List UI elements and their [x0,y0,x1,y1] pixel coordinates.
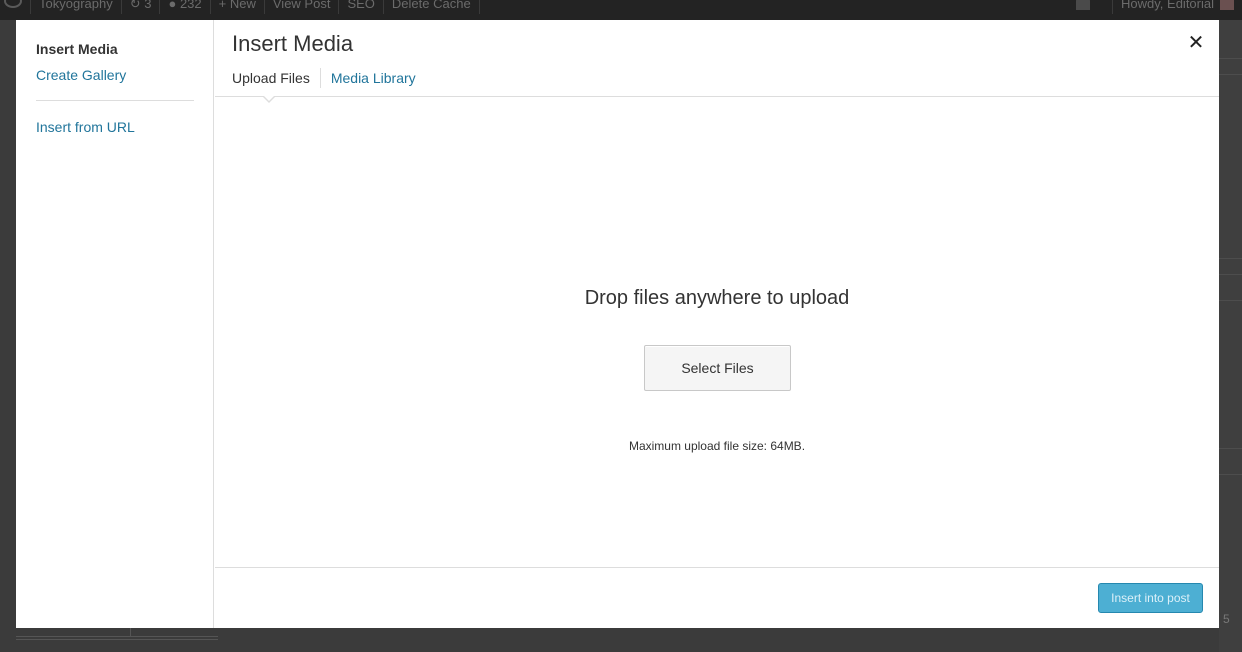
select-files-button[interactable]: Select Files [644,345,791,391]
admin-bar-seo[interactable]: SEO [339,0,382,11]
wordpress-logo-icon[interactable] [0,0,30,11]
admin-bar-site-name[interactable]: Tokyography [31,0,121,11]
media-modal: Insert Media Create Gallery Insert from … [16,20,1219,628]
background-scrollbar [16,636,218,640]
media-frame: Insert Media ✕ Upload Files Media Librar… [215,20,1219,628]
background-divider [1219,58,1242,59]
howdy-label: Howdy, Editorial [1121,0,1214,11]
upload-drop-zone[interactable]: Drop files anywhere to upload Select Fil… [215,97,1219,567]
background-divider [130,628,131,636]
insert-into-post-button[interactable]: Insert into post [1098,583,1203,613]
background-divider [1219,258,1242,259]
background-divider [1219,74,1242,75]
comments-icon: ● [168,0,180,11]
drop-instructions: Drop files anywhere to upload [584,287,850,309]
notification-icon[interactable] [1076,0,1091,10]
admin-bar-delete-cache[interactable]: Delete Cache [384,0,479,11]
admin-bar-howdy[interactable]: Howdy, Editorial [1113,0,1242,11]
plus-icon: + [218,0,230,11]
media-toolbar: Insert into post [215,567,1219,628]
updates-count: 3 [144,0,152,11]
avatar [1220,0,1234,10]
page-title: Insert Media [232,31,354,56]
admin-bar-separator [478,0,480,14]
background-page-edge: 5 [1219,20,1242,652]
admin-bar-comments[interactable]: ● 232 [160,0,209,11]
media-router-tabs: Upload Files Media Library [232,68,426,88]
close-icon[interactable]: ✕ [1185,32,1207,54]
background-divider [1219,300,1242,301]
background-page-bottom [16,628,220,652]
tab-media-library[interactable]: Media Library [321,70,426,86]
tab-upload-files[interactable]: Upload Files [232,70,320,86]
updates-icon: ↻ [129,0,145,11]
menu-item-insert-from-url[interactable]: Insert from URL [36,119,135,135]
admin-bar: Tokyography ↻ 3 ● 232 + New View Post SE… [0,0,1242,20]
comments-count: 232 [179,0,202,11]
background-divider [1219,274,1242,275]
max-upload-size: Maximum upload file size: 64MB. [628,439,806,453]
admin-bar-view-post[interactable]: View Post [265,0,339,11]
media-menu: Insert Media Create Gallery Insert from … [16,20,214,628]
admin-bar-right: Howdy, Editorial [1076,0,1242,14]
background-page-number: 5 [1223,612,1230,626]
menu-item-create-gallery[interactable]: Create Gallery [36,67,126,83]
background-divider [1219,474,1242,475]
new-label: New [229,0,256,11]
background-divider [1219,448,1242,449]
menu-item-insert-media[interactable]: Insert Media [36,41,118,57]
menu-separator [36,100,194,101]
admin-bar-updates[interactable]: ↻ 3 [122,0,160,11]
admin-bar-new[interactable]: + New [211,0,264,11]
